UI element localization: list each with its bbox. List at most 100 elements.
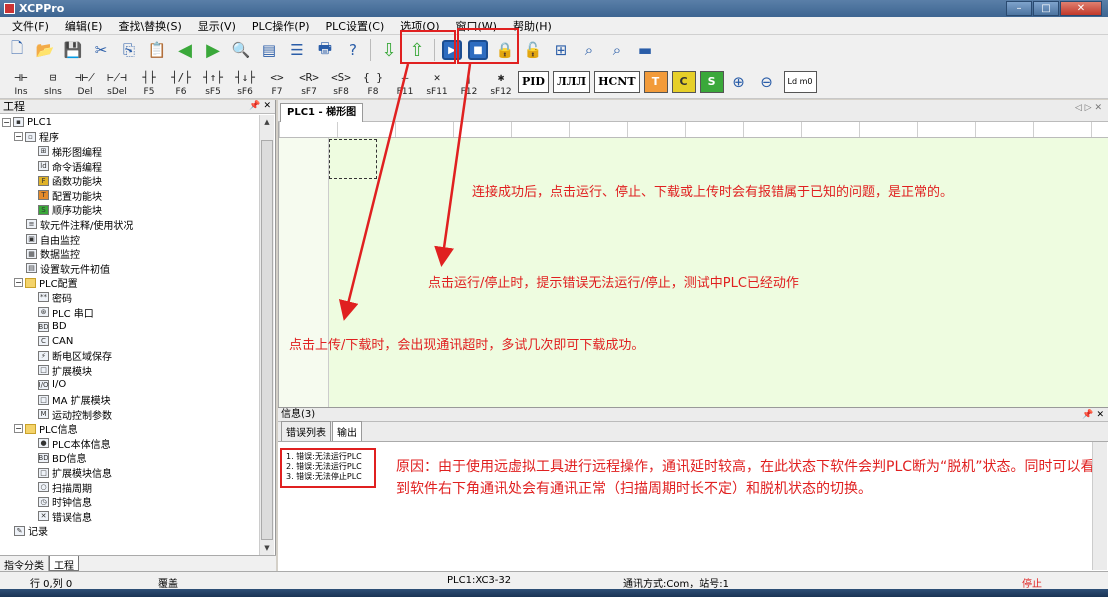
menu-plc-settings[interactable]: PLC设置(C) bbox=[318, 18, 393, 34]
ladder-tool-sf11[interactable]: ✕ sF11 bbox=[422, 67, 452, 97]
tab-ladder-diagram[interactable]: PLC1 - 梯形图 bbox=[280, 103, 364, 122]
ladder-tool-sf8[interactable]: <S> sF8 bbox=[326, 67, 356, 97]
save-icon[interactable]: 💾 bbox=[62, 39, 84, 61]
ladder-tool-sins[interactable]: ⊟ sIns bbox=[38, 67, 68, 97]
tree-item[interactable]: □ 扩展模块 bbox=[2, 363, 258, 378]
tab-instruction-category[interactable]: 指令分类 bbox=[0, 556, 49, 572]
find-icon[interactable]: 🔍 bbox=[230, 39, 252, 61]
ladder-tool-f5[interactable]: ┤├ F5 bbox=[134, 67, 164, 97]
project-tree-scrollbar[interactable]: ▲ ▼ bbox=[259, 115, 274, 555]
tree-item[interactable]: ≡ 软元件注释/使用状况 bbox=[2, 217, 258, 232]
scroll-thumb[interactable] bbox=[261, 140, 273, 540]
new-file-icon[interactable]: 🗋 bbox=[6, 39, 28, 61]
ladder-tool-f7[interactable]: <> F7 bbox=[262, 67, 292, 97]
tree-expander-icon[interactable]: − bbox=[2, 117, 11, 127]
tree-item[interactable]: T 配置功能块 bbox=[2, 188, 258, 203]
tree-item[interactable]: ▣ 自由监控 bbox=[2, 232, 258, 247]
tree-item[interactable]: − ▫ 程序 bbox=[2, 130, 258, 144]
zoom-out-icon[interactable]: ⊖ bbox=[756, 71, 778, 93]
scroll-up-icon[interactable]: ▲ bbox=[260, 115, 274, 129]
close-button[interactable]: ✕ bbox=[1060, 1, 1102, 16]
zoom-doc-icon[interactable]: ⌕ bbox=[606, 39, 628, 61]
monitor-icon[interactable]: ⊞ bbox=[550, 39, 572, 61]
ladder-tool-sdel[interactable]: ⊬⊣ sDel bbox=[102, 67, 132, 97]
help-icon[interactable]: ? bbox=[342, 39, 364, 61]
panel-pin-close-icon[interactable]: 📌 ✕ bbox=[249, 100, 271, 113]
menu-file[interactable]: 文件(F) bbox=[4, 18, 57, 34]
zoom-view-icon[interactable]: ⌕ bbox=[578, 39, 600, 61]
tree-item[interactable]: ⊛ PLC 串口 bbox=[2, 305, 258, 320]
ladder-tool-sf6[interactable]: ┤↓├ sF6 bbox=[230, 67, 260, 97]
tree-item[interactable]: − PLC配置 bbox=[2, 276, 258, 290]
print-icon[interactable]: 🖶 bbox=[314, 39, 336, 61]
tree-item[interactable]: ▦ 数据监控 bbox=[2, 246, 258, 261]
info-pin-close-icon[interactable]: 📌 ✕ bbox=[1082, 408, 1104, 422]
ladder-tool-sf12[interactable]: ✱ sF12 bbox=[486, 67, 516, 97]
zoom-in-icon[interactable]: ⊕ bbox=[728, 71, 750, 93]
tab-error-list[interactable]: 错误列表 bbox=[281, 421, 331, 441]
tree-item[interactable]: ** 密码 bbox=[2, 290, 258, 305]
maximize-button[interactable]: □ bbox=[1033, 1, 1059, 16]
tree-item[interactable]: ⊞ 梯形图编程 bbox=[2, 144, 258, 159]
cut-icon[interactable]: ✂ bbox=[90, 39, 112, 61]
open-folder-icon[interactable]: 📂 bbox=[34, 39, 56, 61]
scroll-down-icon[interactable]: ▼ bbox=[260, 541, 274, 555]
tree-expander-icon[interactable]: − bbox=[14, 132, 23, 142]
timer-button[interactable]: T bbox=[643, 70, 668, 93]
ladder-tool-sf5[interactable]: ┤↑├ sF5 bbox=[198, 67, 228, 97]
tree-item[interactable]: □ 扩展模块信息 bbox=[2, 465, 258, 480]
tree-item[interactable]: ⚡ 断电区域保存 bbox=[2, 349, 258, 363]
dash-icon[interactable]: ▬ bbox=[634, 39, 656, 61]
tree-item[interactable]: − ▪ PLC1 bbox=[2, 115, 258, 130]
tree-expander-icon[interactable]: − bbox=[14, 278, 23, 288]
counter-button[interactable]: C bbox=[671, 70, 696, 93]
ladder-editor[interactable] bbox=[278, 122, 1108, 407]
pid-button[interactable]: PID bbox=[518, 70, 549, 93]
ladder-tool-ins[interactable]: ⊣⊢ Ins bbox=[6, 67, 36, 97]
tree-item[interactable]: ● PLC本体信息 bbox=[2, 436, 258, 451]
ladder-tool-f6[interactable]: ┤/├ F6 bbox=[166, 67, 196, 97]
hcnt-button[interactable]: HCNT bbox=[594, 70, 640, 93]
tree-item[interactable]: □ MA 扩展模块 bbox=[2, 392, 258, 407]
list-icon[interactable]: ☰ bbox=[286, 39, 308, 61]
ladder-tool-sf7[interactable]: <R> sF7 bbox=[294, 67, 324, 97]
minimize-button[interactable]: – bbox=[1006, 1, 1032, 16]
tree-item[interactable]: S 顺序功能块 bbox=[2, 203, 258, 217]
pulse-button[interactable]: ЛЛЛ bbox=[552, 70, 591, 93]
info-scrollbar[interactable] bbox=[1092, 442, 1107, 570]
download-icon[interactable]: ⇩ bbox=[378, 39, 400, 61]
paste-icon[interactable]: 📋 bbox=[146, 39, 168, 61]
ladder-tool-del[interactable]: ⊣⊬ Del bbox=[70, 67, 100, 97]
tree-item[interactable]: M 运动控制参数 bbox=[2, 407, 258, 422]
ladder-tool-f11[interactable]: — F11 bbox=[390, 67, 420, 97]
menu-find-replace[interactable]: 查找\替换(S) bbox=[110, 18, 189, 34]
tree-expander-icon[interactable]: − bbox=[14, 424, 23, 434]
tree-item[interactable]: ld 命令语编程 bbox=[2, 159, 258, 174]
ladder-tool-f12[interactable]: | F12 bbox=[454, 67, 484, 97]
tree-item[interactable]: ✎ 记录 bbox=[2, 524, 258, 538]
tree-item[interactable]: − PLC信息 bbox=[2, 421, 258, 436]
tab-project[interactable]: 工程 bbox=[49, 556, 79, 572]
menu-plc-operation[interactable]: PLC操作(P) bbox=[244, 18, 318, 34]
sequence-button[interactable]: S bbox=[699, 70, 724, 93]
tree-item[interactable]: I/O I/O bbox=[2, 378, 258, 393]
print-preview-icon[interactable]: ▤ bbox=[258, 39, 280, 61]
menu-edit[interactable]: 编辑(E) bbox=[57, 18, 111, 34]
tab-nav-icons[interactable]: ◁ ▷ ✕ bbox=[1075, 103, 1102, 113]
unlock-icon[interactable]: 🔓 bbox=[522, 39, 544, 61]
tree-item[interactable]: ▤ 设置软元件初值 bbox=[2, 261, 258, 276]
back-arrow-icon[interactable]: ◀ bbox=[174, 39, 196, 61]
copy-icon[interactable]: ⎘ bbox=[118, 39, 140, 61]
tree-item[interactable]: BD BD信息 bbox=[2, 451, 258, 465]
ladder-tool-f8[interactable]: { } F8 bbox=[358, 67, 388, 97]
tree-item[interactable]: ✕ 错误信息 bbox=[2, 509, 258, 524]
tree-item[interactable]: C CAN bbox=[2, 334, 258, 349]
tab-output[interactable]: 输出 bbox=[332, 421, 362, 441]
forward-arrow-icon[interactable]: ▶ bbox=[202, 39, 224, 61]
tree-item[interactable]: ◷ 时钟信息 bbox=[2, 494, 258, 509]
tree-item[interactable]: F 函数功能块 bbox=[2, 173, 258, 188]
ld-m0-button[interactable]: Ld m0 bbox=[783, 70, 817, 93]
tree-item[interactable]: BD BD bbox=[2, 319, 258, 334]
menu-view[interactable]: 显示(V) bbox=[190, 18, 244, 34]
tree-item[interactable]: ○ 扫描周期 bbox=[2, 480, 258, 495]
